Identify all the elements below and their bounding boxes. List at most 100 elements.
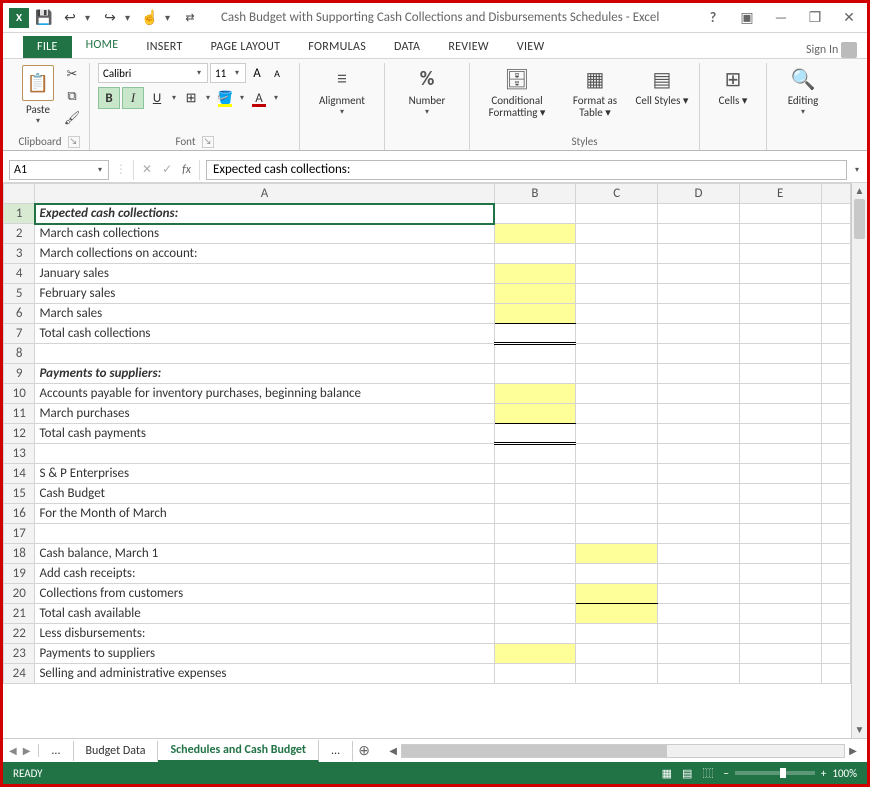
- alignment-button[interactable]: ≡ Alignment ▾: [308, 63, 376, 117]
- clipboard-launcher-icon[interactable]: ↘: [68, 136, 80, 148]
- decrease-font-icon[interactable]: A: [268, 63, 286, 83]
- tab-view[interactable]: VIEW: [503, 36, 559, 58]
- cell[interactable]: Total cash collections: [35, 324, 494, 344]
- col-header-b[interactable]: B: [494, 184, 576, 204]
- cell[interactable]: March purchases: [35, 404, 494, 424]
- redo-dropdown-icon[interactable]: ▾: [125, 11, 135, 24]
- row-header[interactable]: 13: [4, 444, 35, 464]
- hscrollbar-thumb[interactable]: [402, 745, 667, 757]
- horizontal-scrollbar[interactable]: ◀ ▶: [385, 744, 861, 758]
- zoom-in-icon[interactable]: +: [821, 767, 826, 780]
- tab-file[interactable]: FILE: [23, 36, 72, 58]
- undo-dropdown-icon[interactable]: ▾: [85, 11, 95, 24]
- qat-overflow-icon[interactable]: ⇄: [179, 7, 201, 29]
- row-header[interactable]: 19: [4, 564, 35, 584]
- add-sheet-icon[interactable]: ⊕: [353, 742, 375, 759]
- normal-view-icon[interactable]: ▦: [662, 767, 672, 780]
- tab-review[interactable]: REVIEW: [434, 36, 503, 58]
- cell[interactable]: S & P Enterprises: [35, 464, 494, 484]
- scroll-up-icon[interactable]: ▲: [852, 183, 867, 199]
- border-button[interactable]: ⊞: [180, 87, 202, 109]
- row-header[interactable]: 4: [4, 264, 35, 284]
- sheet-nav-prev-icon[interactable]: ◀: [9, 744, 17, 757]
- select-all-cell[interactable]: [4, 184, 35, 204]
- col-header-a[interactable]: A: [35, 184, 494, 204]
- ribbon-display-options-icon[interactable]: ▣: [735, 9, 759, 26]
- underline-button[interactable]: U: [146, 87, 168, 109]
- row-header[interactable]: 6: [4, 304, 35, 324]
- page-break-view-icon[interactable]: ⿲: [702, 765, 713, 781]
- tab-page-layout[interactable]: PAGE LAYOUT: [197, 36, 295, 58]
- cell[interactable]: February sales: [35, 284, 494, 304]
- row-header[interactable]: 9: [4, 364, 35, 384]
- tab-insert[interactable]: INSERT: [132, 36, 196, 58]
- underline-dropdown-icon[interactable]: ▾: [170, 93, 178, 103]
- spreadsheet-grid[interactable]: A B C D E 1Expected cash collections: 2M…: [3, 183, 851, 684]
- restore-icon[interactable]: ❐: [803, 9, 827, 26]
- zoom-slider-knob[interactable]: [780, 768, 786, 778]
- font-size-select[interactable]: 11▾: [210, 63, 246, 83]
- sheet-tab-schedules[interactable]: Schedules and Cash Budget: [158, 740, 319, 762]
- font-color-button[interactable]: A: [248, 87, 270, 109]
- cell[interactable]: January sales: [35, 264, 494, 284]
- font-launcher-icon[interactable]: ↘: [202, 136, 214, 148]
- row-header[interactable]: 14: [4, 464, 35, 484]
- cell[interactable]: March cash collections: [35, 224, 494, 244]
- cell[interactable]: Payments to suppliers:: [35, 364, 494, 384]
- page-layout-view-icon[interactable]: ▤: [682, 767, 692, 780]
- cell[interactable]: [35, 444, 494, 464]
- paste-button[interactable]: 📋 Paste ▾: [17, 63, 59, 126]
- row-header[interactable]: 1: [4, 204, 35, 224]
- help-icon[interactable]: ?: [701, 9, 725, 26]
- vertical-scrollbar[interactable]: ▲ ▼: [851, 183, 867, 738]
- cell[interactable]: March sales: [35, 304, 494, 324]
- number-button[interactable]: % Number ▾: [393, 63, 461, 117]
- scrollbar-thumb[interactable]: [854, 199, 865, 239]
- row-header[interactable]: 11: [4, 404, 35, 424]
- cell-styles-button[interactable]: ▤ Cell Styles ▾: [634, 63, 690, 107]
- cell[interactable]: Cash Budget: [35, 484, 494, 504]
- scroll-left-icon[interactable]: ◀: [385, 744, 401, 757]
- cell[interactable]: Total cash payments: [35, 424, 494, 444]
- row-header[interactable]: 3: [4, 244, 35, 264]
- row-header[interactable]: 7: [4, 324, 35, 344]
- enter-formula-icon[interactable]: ✓: [162, 162, 172, 177]
- scroll-down-icon[interactable]: ▼: [852, 722, 867, 738]
- cell[interactable]: [35, 524, 494, 544]
- row-header[interactable]: 21: [4, 604, 35, 624]
- row-header[interactable]: 24: [4, 664, 35, 684]
- fx-icon[interactable]: fx: [182, 163, 191, 177]
- paste-dropdown-icon[interactable]: ▾: [34, 116, 42, 126]
- sheet-nav-next-icon[interactable]: ▶: [23, 744, 31, 757]
- cell-a1[interactable]: Expected cash collections:: [35, 204, 494, 224]
- row-header[interactable]: 16: [4, 504, 35, 524]
- row-header[interactable]: 5: [4, 284, 35, 304]
- zoom-out-icon[interactable]: −: [723, 767, 728, 780]
- italic-button[interactable]: I: [122, 87, 144, 109]
- conditional-formatting-button[interactable]: 🗄 Conditional Formatting ▾: [478, 63, 556, 119]
- sheet-tab-ellipsis[interactable]: ...: [39, 741, 73, 761]
- cell[interactable]: Add cash receipts:: [35, 564, 494, 584]
- row-header[interactable]: 15: [4, 484, 35, 504]
- expand-formula-bar-icon[interactable]: ▾: [853, 165, 861, 175]
- row-header[interactable]: 17: [4, 524, 35, 544]
- row-header[interactable]: 8: [4, 344, 35, 364]
- scroll-right-icon[interactable]: ▶: [845, 744, 861, 757]
- tab-home[interactable]: HOME: [72, 34, 133, 58]
- formula-input[interactable]: Expected cash collections:: [206, 160, 847, 180]
- cells-button[interactable]: ⊞ Cells ▾: [708, 63, 758, 107]
- cell[interactable]: For the Month of March: [35, 504, 494, 524]
- bold-button[interactable]: B: [98, 87, 120, 109]
- row-header[interactable]: 20: [4, 584, 35, 604]
- sign-in-area[interactable]: Sign In: [806, 42, 867, 58]
- cell[interactable]: Collections from customers: [35, 584, 494, 604]
- fill-color-button[interactable]: 🪣: [214, 87, 236, 109]
- cell[interactable]: [35, 344, 494, 364]
- cell[interactable]: Payments to suppliers: [35, 644, 494, 664]
- cancel-formula-icon[interactable]: ✕: [142, 162, 152, 177]
- row-header[interactable]: 2: [4, 224, 35, 244]
- col-header-d[interactable]: D: [658, 184, 740, 204]
- undo-icon[interactable]: ↩: [59, 7, 81, 29]
- cut-icon[interactable]: ✂: [63, 65, 81, 83]
- font-name-select[interactable]: Calibri▾: [98, 63, 208, 83]
